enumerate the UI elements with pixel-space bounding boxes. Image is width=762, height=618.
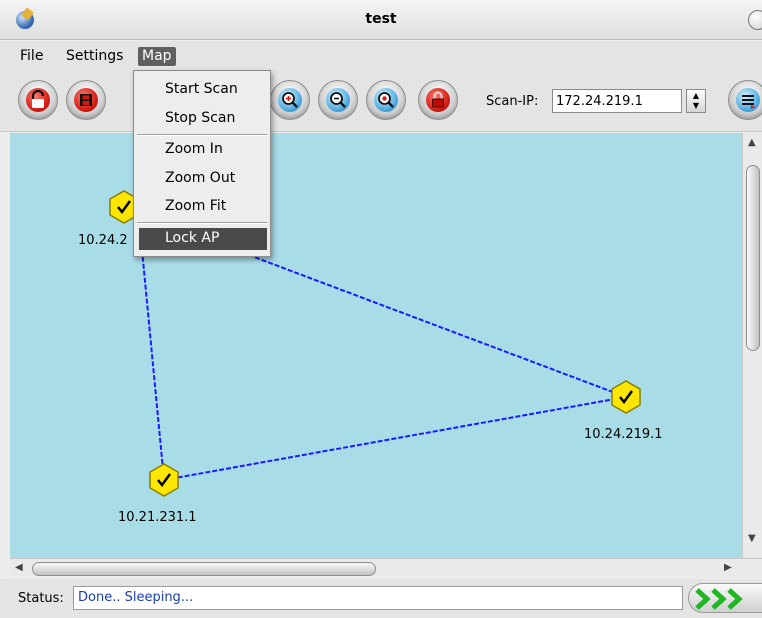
scan-ip-spinner[interactable]: ▲ ▼ (686, 89, 706, 113)
save-icon (74, 88, 98, 112)
menu-item-lock-ap[interactable]: Lock AP (139, 228, 267, 250)
node-3-icon[interactable] (149, 463, 179, 497)
scroll-up-icon[interactable]: ▲ (748, 137, 756, 148)
menu-separator (137, 222, 267, 224)
scroll-down-icon[interactable]: ▼ (748, 533, 756, 544)
menu-item-zoom-out[interactable]: Zoom Out (139, 168, 267, 190)
menu-item-start-scan[interactable]: Start Scan (139, 79, 267, 101)
status-text: Done.. Sleeping... (73, 586, 683, 610)
scan-ip-label: Scan-IP: (486, 94, 539, 109)
zoom-fit-button[interactable] (366, 80, 406, 120)
menu-file[interactable]: File (16, 47, 47, 66)
zoom-in-icon (278, 88, 302, 112)
menu-item-zoom-in[interactable]: Zoom In (139, 139, 267, 161)
window-control-button[interactable] (748, 10, 762, 30)
vertical-scroll-thumb[interactable] (746, 165, 760, 351)
menu-settings[interactable]: Settings (62, 47, 127, 66)
node-2-label: 10.24.219.1 (584, 427, 663, 442)
node-2-icon[interactable] (611, 380, 641, 414)
title-bar: test (0, 0, 762, 40)
menu-button[interactable] (728, 80, 762, 120)
toolbar: Scan-IP: ▲ ▼ (0, 70, 762, 132)
zoom-fit-icon (374, 88, 398, 112)
node-1-label: 10.24.2 (78, 233, 128, 248)
scroll-right-icon[interactable]: ▶ (724, 562, 732, 573)
network-map[interactable]: 10.24.2 10.24.219.1 10.21.231.1 (10, 133, 742, 558)
node-3-label: 10.21.231.1 (118, 510, 197, 525)
lock-icon (426, 88, 450, 112)
zoom-out-icon (326, 88, 350, 112)
activity-arrows-icon (695, 588, 743, 610)
menu-item-zoom-fit[interactable]: Zoom Fit (139, 196, 267, 218)
horizontal-scroll-thumb[interactable] (32, 562, 376, 576)
map-links (109, 190, 641, 497)
lock-ap-button[interactable] (418, 80, 458, 120)
save-button[interactable] (66, 80, 106, 120)
zoom-out-button[interactable] (318, 80, 358, 120)
menu-icon (736, 88, 760, 112)
map-menu-dropdown: Start Scan Stop Scan Zoom In Zoom Out Zo… (133, 70, 271, 257)
menu-bar: File Settings Map (0, 41, 762, 70)
zoom-in-button[interactable] (270, 80, 310, 120)
horizontal-scrollbar[interactable]: ◀ ▶ (10, 558, 762, 578)
window-title: test (365, 11, 397, 27)
status-bar: Status: Done.. Sleeping... (0, 579, 762, 618)
menu-map[interactable]: Map (138, 47, 176, 66)
spinner-up-icon[interactable]: ▲ (687, 91, 705, 101)
vertical-scrollbar[interactable]: ▲ ▼ (742, 133, 762, 558)
status-label: Status: (18, 591, 64, 606)
activity-indicator (688, 583, 762, 613)
open-button[interactable] (18, 80, 58, 120)
scan-ip-input[interactable] (552, 89, 682, 113)
spinner-down-icon[interactable]: ▼ (687, 101, 705, 111)
menu-separator (137, 134, 267, 136)
link-3 (163, 396, 627, 481)
open-icon (26, 88, 50, 112)
scroll-left-icon[interactable]: ◀ (15, 562, 23, 573)
menu-item-stop-scan[interactable]: Stop Scan (139, 108, 267, 130)
